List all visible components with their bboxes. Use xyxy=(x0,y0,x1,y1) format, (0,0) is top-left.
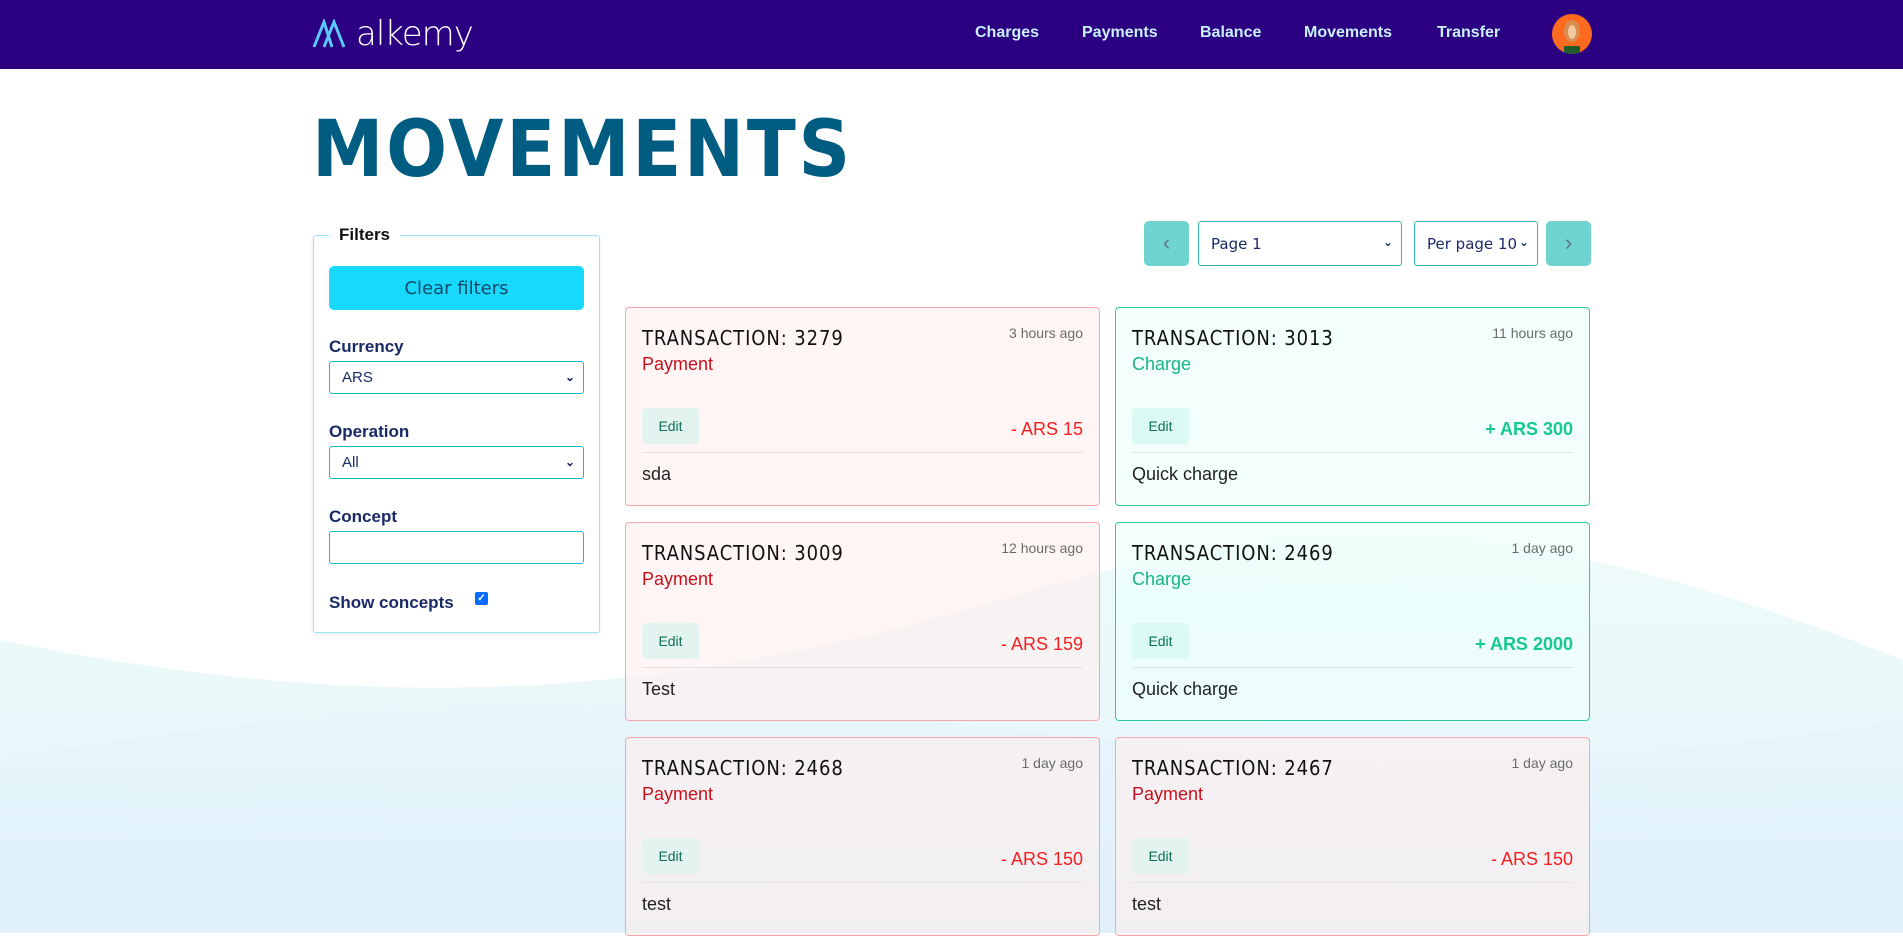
transaction-card: TRANSACTION: 2468 Payment 1 day ago Edit… xyxy=(625,737,1100,936)
transaction-title: TRANSACTION: 3013 xyxy=(1132,326,1334,350)
transaction-concept: Quick charge xyxy=(1132,464,1239,484)
transaction-concept: sda xyxy=(642,464,672,484)
logo-text: alkemy xyxy=(356,14,474,54)
transaction-card: TRANSACTION: 3009 Payment 12 hours ago E… xyxy=(625,522,1100,721)
avatar-icon xyxy=(1564,20,1580,54)
per-page-select[interactable]: Per page 10 ⌄ xyxy=(1414,221,1538,266)
transaction-title: TRANSACTION: 3279 xyxy=(642,326,844,350)
transaction-time: 1 day ago xyxy=(1021,755,1084,771)
transaction-type: Charge xyxy=(1132,569,1192,589)
concept-input[interactable] xyxy=(329,531,584,564)
filters-legend: Filters xyxy=(329,225,401,245)
chevron-down-icon: ⌄ xyxy=(564,455,575,469)
divider xyxy=(1132,667,1573,668)
nav-transfer[interactable]: Transfer xyxy=(1437,24,1500,42)
transaction-title: TRANSACTION: 2469 xyxy=(1132,541,1334,565)
top-navbar: alkemy Charges Payments Balance Movement… xyxy=(0,0,1903,69)
transaction-title: TRANSACTION: 2468 xyxy=(642,756,844,780)
transaction-card: TRANSACTION: 2467 Payment 1 day ago Edit… xyxy=(1115,737,1590,936)
transaction-type: Charge xyxy=(1132,354,1192,374)
transaction-amount: - ARS 150 xyxy=(1490,849,1573,869)
transaction-card: TRANSACTION: 2469 Charge 1 day ago Edit … xyxy=(1115,522,1590,721)
transaction-card: TRANSACTION: 3013 Charge 11 hours ago Ed… xyxy=(1115,307,1590,506)
transaction-time: 1 day ago xyxy=(1511,755,1574,771)
chevron-right-icon: › xyxy=(1564,230,1573,255)
operation-value: All xyxy=(342,454,359,471)
transaction-amount: - ARS 15 xyxy=(1010,419,1083,439)
transaction-time: 11 hours ago xyxy=(1492,325,1573,341)
divider xyxy=(1132,882,1573,883)
edit-button[interactable]: Edit xyxy=(1132,838,1189,874)
transaction-type: Payment xyxy=(1132,784,1204,804)
operation-label: Operation xyxy=(329,422,410,441)
transaction-amount: + ARS 300 xyxy=(1485,419,1573,439)
concept-label: Concept xyxy=(329,507,397,526)
transaction-card: TRANSACTION: 3279 Payment 3 hours ago Ed… xyxy=(625,307,1100,506)
edit-button[interactable]: Edit xyxy=(642,408,699,444)
edit-button[interactable]: Edit xyxy=(1132,623,1189,659)
page-title: MOVEMENTS xyxy=(312,105,854,195)
divider xyxy=(642,452,1083,453)
divider xyxy=(642,882,1083,883)
alkemy-logo-icon xyxy=(312,19,346,48)
show-concepts-label: Show concepts xyxy=(329,593,454,612)
nav-charges[interactable]: Charges xyxy=(975,24,1039,42)
transaction-time: 12 hours ago xyxy=(1001,540,1083,556)
edit-button[interactable]: Edit xyxy=(642,623,699,659)
transaction-amount: - ARS 159 xyxy=(1000,634,1083,654)
transaction-title: TRANSACTION: 3009 xyxy=(642,541,844,565)
filters-panel: Filters Clear filters Currency ARS ⌄ Oper… xyxy=(313,225,600,633)
operation-select[interactable]: All ⌄ xyxy=(329,446,584,479)
transaction-concept: Test xyxy=(642,679,676,699)
nav-payments[interactable]: Payments xyxy=(1082,24,1158,42)
show-concepts-row: Show concepts ✓ xyxy=(329,592,488,613)
next-page-button[interactable]: › xyxy=(1546,221,1591,266)
user-avatar[interactable] xyxy=(1552,14,1592,54)
edit-button[interactable]: Edit xyxy=(1132,408,1189,444)
chevron-down-icon: ⌄ xyxy=(1382,235,1393,249)
transaction-time: 3 hours ago xyxy=(1009,325,1083,341)
nav-balance[interactable]: Balance xyxy=(1200,24,1261,42)
show-concepts-checkbox[interactable]: ✓ xyxy=(475,592,488,605)
currency-label: Currency xyxy=(329,337,404,356)
transaction-type: Payment xyxy=(642,569,714,589)
transaction-time: 1 day ago xyxy=(1511,540,1574,556)
prev-page-button[interactable]: ‹ xyxy=(1144,221,1189,266)
transaction-concept: Quick charge xyxy=(1132,679,1239,699)
per-page-value: Per page 10 xyxy=(1427,234,1517,253)
page-select[interactable]: Page 1 ⌄ xyxy=(1198,221,1402,266)
nav-movements[interactable]: Movements xyxy=(1304,24,1392,42)
divider xyxy=(642,667,1083,668)
transaction-amount: - ARS 150 xyxy=(1000,849,1083,869)
transaction-title: TRANSACTION: 2467 xyxy=(1132,756,1334,780)
currency-select[interactable]: ARS ⌄ xyxy=(329,361,584,394)
edit-button[interactable]: Edit xyxy=(642,838,699,874)
chevron-left-icon: ‹ xyxy=(1162,230,1171,255)
page-value: Page 1 xyxy=(1211,234,1262,253)
chevron-down-icon: ⌄ xyxy=(1518,235,1529,249)
divider xyxy=(1132,452,1573,453)
chevron-down-icon: ⌄ xyxy=(564,370,575,384)
transaction-concept: test xyxy=(642,894,672,914)
logo[interactable]: alkemy xyxy=(312,14,474,54)
transaction-type: Payment xyxy=(642,784,714,804)
transaction-concept: test xyxy=(1132,894,1162,914)
clear-filters-button[interactable]: Clear filters xyxy=(329,266,584,310)
transaction-amount: + ARS 2000 xyxy=(1475,634,1573,654)
transaction-type: Payment xyxy=(642,354,714,374)
currency-value: ARS xyxy=(342,369,373,386)
